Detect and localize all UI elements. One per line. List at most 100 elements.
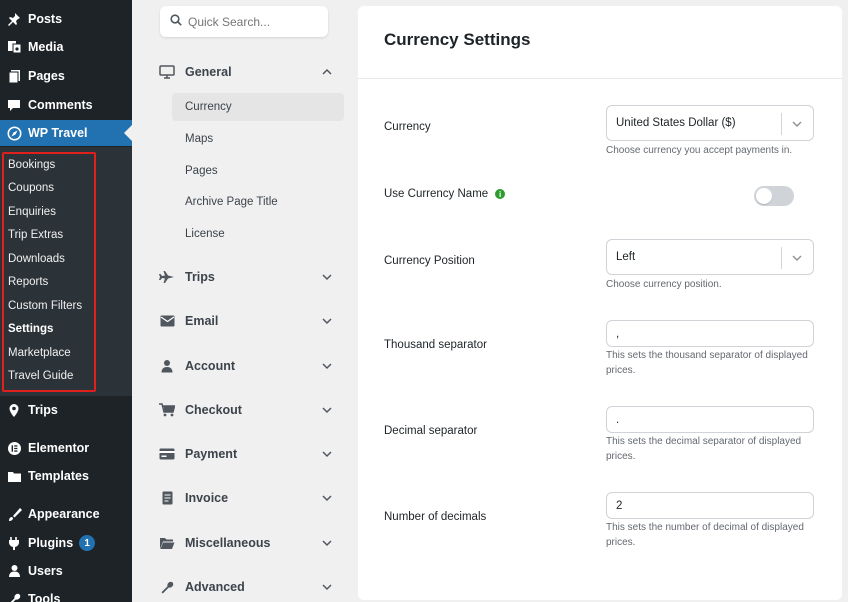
menu-item-label: Trips [28,403,58,417]
currency-select-value: United States Dollar ($) [616,117,736,129]
cart-icon [158,402,176,418]
toggle-knob [756,188,772,204]
menu-item-comments[interactable]: Comments [0,92,132,118]
location-pin-icon [6,402,22,418]
info-icon[interactable]: i [495,189,506,199]
plug-icon [6,535,22,551]
invoice-icon [158,490,176,506]
menu-item-pages[interactable]: Pages [0,63,132,89]
search-input[interactable] [188,14,318,29]
chevron-down-icon [320,491,334,505]
thousand-separator-input[interactable] [606,320,814,347]
wrench-icon [158,579,176,595]
menu-item-users[interactable]: Users [0,558,132,584]
chevron-up-icon [320,65,334,79]
menu-item-label: Comments [28,98,93,112]
nav-group-label: Advanced [185,580,245,594]
nav-group-general[interactable]: General [158,61,334,83]
number-of-decimals-input[interactable] [606,492,814,519]
pages-icon [6,68,22,84]
currency-position-select[interactable]: Left [606,239,814,275]
thousand-separator-help: This sets the thousand separator of disp… [606,350,808,376]
chevron-down-icon [320,580,334,594]
nav-item-currency[interactable]: Currency [172,93,344,121]
menu-item-label: WP Travel [28,126,88,140]
nav-group-advanced[interactable]: Advanced [158,576,334,598]
thousand-separator-label: Thousand separator [384,339,487,351]
menu-item-label: Media [28,40,64,54]
use-currency-name-label: Use Currency Name [384,188,489,200]
plane-icon [158,269,176,285]
nav-group-label: Email [185,314,219,328]
nav-item-archive-page-title[interactable]: Archive Page Title [172,188,344,216]
currency-label: Currency [384,121,431,133]
nav-item-pages[interactable]: Pages [172,157,344,185]
compass-icon [6,125,22,141]
currency-help: Choose currency you accept payments in. [606,145,793,156]
quick-search[interactable] [160,6,328,37]
nav-group-email[interactable]: Email [158,310,334,332]
highlight-box [2,152,96,392]
menu-item-tools[interactable]: Tools [0,586,132,602]
select-separator [781,247,782,269]
menu-item-plugins[interactable]: Plugins 1 [0,530,132,556]
chevron-down-icon [790,117,804,131]
use-currency-name-toggle[interactable] [754,186,794,206]
currency-position-help: Choose currency position. [606,279,722,290]
nav-item-maps[interactable]: Maps [172,125,344,153]
user-icon [158,358,176,374]
nav-group-payment[interactable]: Payment [158,443,334,465]
decimal-separator-input[interactable] [606,406,814,433]
currency-position-label: Currency Position [384,255,475,267]
user-icon [6,563,22,579]
nav-group-label: Checkout [185,403,242,417]
nav-group-label: Invoice [185,491,229,505]
menu-item-templates[interactable]: Templates [0,463,132,489]
chevron-down-icon [320,403,334,417]
number-of-decimals-help: This sets the number of decimal of displ… [606,522,804,548]
elementor-icon [6,440,22,456]
media-icon [6,39,22,55]
page-title: Currency Settings [384,30,531,49]
menu-item-label: Elementor [28,441,90,455]
menu-item-appearance[interactable]: Appearance [0,501,132,527]
nav-item-license[interactable]: License [172,220,344,248]
currency-position-value: Left [616,251,636,263]
nav-group-checkout[interactable]: Checkout [158,399,334,421]
comments-icon [6,97,22,113]
chevron-down-icon [790,251,804,265]
brush-icon [6,506,22,522]
monitor-icon [158,64,176,80]
envelope-icon [158,313,176,329]
chevron-down-icon [320,314,334,328]
nav-group-label: General [185,65,232,79]
menu-item-trips[interactable]: Trips [0,397,132,423]
chevron-down-icon [320,270,334,284]
nav-group-trips[interactable]: Trips [158,266,334,288]
nav-group-invoice[interactable]: Invoice [158,487,334,509]
menu-item-media[interactable]: Media [0,34,132,60]
decimal-separator-help: This sets the decimal separator of displ… [606,436,802,462]
menu-item-wp-travel[interactable]: WP Travel [0,120,132,146]
number-of-decimals-label: Number of decimals [384,511,487,523]
menu-item-label: Plugins [28,536,74,550]
nav-group-miscellaneous[interactable]: Miscellaneous [158,532,334,554]
chevron-down-icon [320,359,334,373]
currency-select[interactable]: United States Dollar ($) [606,105,814,141]
currency-settings-panel: Currency Settings Currency United States… [358,6,842,600]
menu-item-label: Appearance [28,507,100,521]
search-icon [170,13,182,31]
nav-group-account[interactable]: Account [158,355,334,377]
plugins-update-badge: 1 [79,535,96,551]
nav-group-label: Account [185,359,235,373]
select-separator [781,113,782,135]
folder-open-icon [158,535,176,551]
folder-icon [6,468,22,484]
menu-item-posts[interactable]: Posts [0,6,132,32]
menu-item-label: Posts [28,12,63,26]
credit-card-icon [158,446,176,462]
menu-item-label: Pages [28,69,65,83]
menu-item-elementor[interactable]: Elementor [0,435,132,461]
use-currency-name-row: Use Currency Name i [384,188,506,200]
menu-item-label: Users [28,564,63,578]
